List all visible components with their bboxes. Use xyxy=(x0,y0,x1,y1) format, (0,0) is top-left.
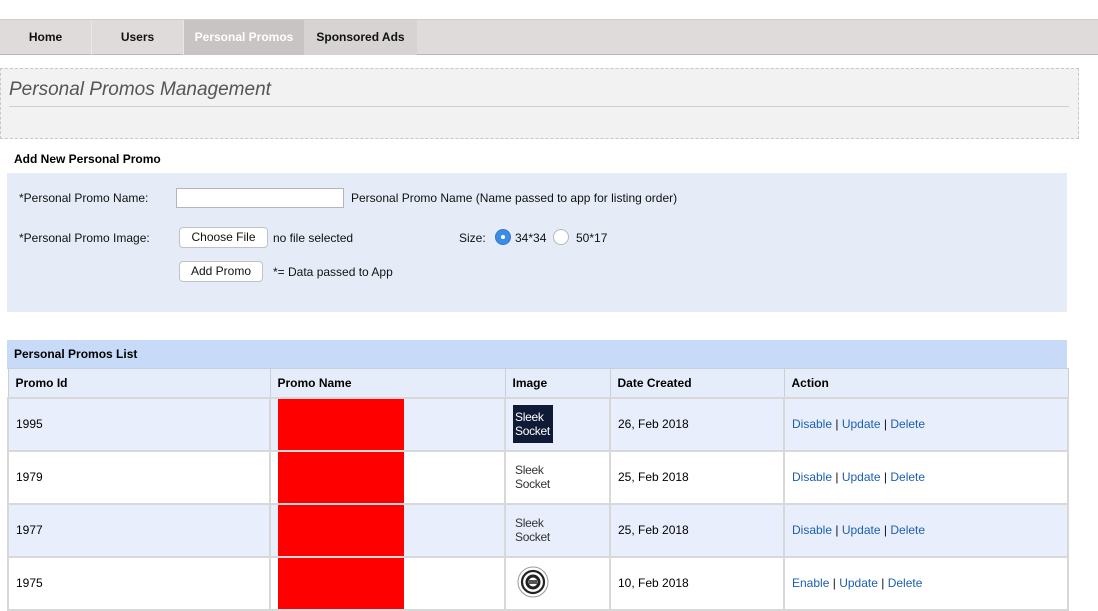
image-cell xyxy=(504,555,611,611)
promo-id-cell: 1995 xyxy=(7,396,271,452)
update-link[interactable]: Update xyxy=(842,470,881,484)
action-separator: | xyxy=(835,523,839,537)
size-label: Size: xyxy=(459,231,486,245)
action-separator: | xyxy=(883,523,888,537)
promo-name-hint: Personal Promo Name (Name passed to app … xyxy=(351,191,678,205)
action-cell: Disable | Update | Delete xyxy=(783,502,1069,558)
table-row: 1979 Sleek Socket 25, Feb 2018 Disable |… xyxy=(7,449,1069,505)
tab-personal-promos[interactable]: Personal Promos xyxy=(184,20,304,55)
action-separator: | xyxy=(883,470,888,484)
date-created-cell: 25, Feb 2018 xyxy=(609,449,785,505)
update-link[interactable]: Update xyxy=(839,576,878,590)
column-header-action: Action xyxy=(783,368,1069,398)
size-34-radio[interactable] xyxy=(495,229,511,245)
promo-name-input[interactable] xyxy=(176,188,344,208)
column-header-promo-id: Promo Id xyxy=(7,368,271,398)
action-separator: | xyxy=(881,576,885,590)
action-cell: Disable | Update | Delete xyxy=(783,449,1069,505)
logo-text-line-2: Socket xyxy=(515,530,550,544)
image-cell: Sleek Socket xyxy=(504,502,611,558)
promo-id-cell: 1975 xyxy=(7,555,271,611)
promo-name-label: *Personal Promo Name: xyxy=(19,191,149,205)
image-cell: Sleek Socket xyxy=(504,449,611,505)
table-row: 1995 Sleek Socket 26, Feb 2018 Disable |… xyxy=(7,396,1069,452)
page-header: Personal Promos Management xyxy=(0,68,1079,139)
date-created-cell: 10, Feb 2018 xyxy=(609,555,785,611)
sleek-socket-logo-icon: Sleek Socket xyxy=(513,405,553,443)
delete-link[interactable]: Delete xyxy=(890,523,925,537)
update-link[interactable]: Update xyxy=(842,417,881,431)
choose-file-button[interactable]: Choose File xyxy=(179,227,268,248)
redacted-block xyxy=(278,504,404,556)
tab-sponsored-ads[interactable]: Sponsored Ads xyxy=(304,20,417,55)
promo-image-label: *Personal Promo Image: xyxy=(19,231,150,245)
column-header-image: Image xyxy=(504,368,611,398)
logo-text-line-2: Socket xyxy=(515,424,550,438)
action-cell: Disable | Update | Delete xyxy=(783,396,1069,452)
sleek-socket-logo-icon: Sleek Socket xyxy=(513,511,553,549)
disable-link[interactable]: Disable xyxy=(792,417,832,431)
delete-link[interactable]: Delete xyxy=(888,576,923,590)
logo-text-line-1: Sleek xyxy=(515,410,544,424)
promo-name-cell xyxy=(269,449,506,505)
tab-home[interactable]: Home xyxy=(0,20,92,55)
add-promo-button[interactable]: Add Promo xyxy=(179,261,263,282)
sleek-socket-logo-icon: Sleek Socket xyxy=(513,458,553,496)
redacted-block xyxy=(278,398,404,450)
disable-link[interactable]: Disable xyxy=(792,523,832,537)
promo-id-cell: 1977 xyxy=(7,502,271,558)
column-header-promo-name: Promo Name xyxy=(269,368,506,398)
size-34-label: 34*34 xyxy=(515,231,547,245)
date-created-cell: 26, Feb 2018 xyxy=(609,396,785,452)
promos-table: Promo Id Promo Name Image Date Created A… xyxy=(7,368,1069,611)
table-row: 1975 10, Feb 2018 Enable | Update | Dele… xyxy=(7,555,1069,611)
add-promo-section-title: Add New Personal Promo xyxy=(14,152,161,166)
size-50-radio[interactable] xyxy=(553,229,569,245)
update-link[interactable]: Update xyxy=(842,523,881,537)
redacted-block xyxy=(278,451,404,503)
data-passed-note: *= Data passed to App xyxy=(273,265,393,279)
enable-link[interactable]: Enable xyxy=(792,576,829,590)
image-cell: Sleek Socket xyxy=(504,396,611,452)
action-cell: Enable | Update | Delete xyxy=(783,555,1069,611)
size-50-label: 50*17 xyxy=(576,231,608,245)
date-created-cell: 25, Feb 2018 xyxy=(609,502,785,558)
page-title: Personal Promos Management xyxy=(9,79,271,100)
action-separator: | xyxy=(835,470,839,484)
promo-name-cell xyxy=(269,396,506,452)
top-nav: Home Users Personal Promos Sponsored Ads xyxy=(0,19,1098,55)
promo-name-cell xyxy=(269,502,506,558)
promo-id-cell: 1979 xyxy=(7,449,271,505)
file-status-text: no file selected xyxy=(273,231,354,245)
action-separator: | xyxy=(883,417,888,431)
delete-link[interactable]: Delete xyxy=(890,470,925,484)
logo-text-line-1: Sleek xyxy=(515,463,544,477)
title-divider xyxy=(9,106,1069,107)
promos-list-title: Personal Promos List xyxy=(7,340,1067,369)
logo-text-line-1: Sleek xyxy=(515,516,544,530)
promo-name-cell xyxy=(269,555,506,611)
redacted-block xyxy=(278,557,404,609)
tab-users[interactable]: Users xyxy=(92,20,184,55)
action-separator: | xyxy=(835,417,839,431)
action-separator: | xyxy=(832,576,836,590)
delete-link[interactable]: Delete xyxy=(890,417,925,431)
seal-logo-icon xyxy=(517,566,549,597)
column-header-date-created: Date Created xyxy=(609,368,785,398)
table-row: 1977 Sleek Socket 25, Feb 2018 Disable |… xyxy=(7,502,1069,558)
disable-link[interactable]: Disable xyxy=(792,470,832,484)
logo-text-line-2: Socket xyxy=(515,477,550,491)
